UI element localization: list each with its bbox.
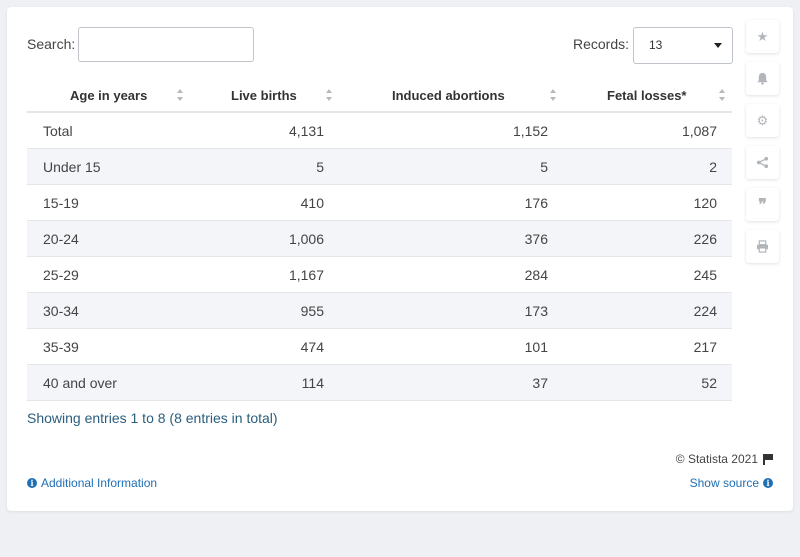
show-source-link[interactable]: Show source i <box>690 476 773 490</box>
cell-fetal-losses: 2 <box>709 159 717 175</box>
cell-age: 35-39 <box>43 339 79 355</box>
settings-button[interactable]: ⚙ <box>746 104 779 137</box>
search-input[interactable] <box>78 27 254 62</box>
table-row: Under 15 5 5 2 <box>27 149 732 185</box>
cell-induced-abortions: 101 <box>524 339 548 355</box>
cell-fetal-losses: 217 <box>693 339 717 355</box>
header-induced-abortions[interactable]: Induced abortions <box>392 88 505 103</box>
cell-fetal-losses: 226 <box>693 231 717 247</box>
flag-icon[interactable] <box>763 453 773 465</box>
share-button[interactable] <box>746 146 779 179</box>
cell-age: Total <box>43 123 73 139</box>
sort-icon[interactable] <box>719 89 725 101</box>
header-fetal-losses[interactable]: Fetal losses* <box>607 88 687 103</box>
table-row: 40 and over 114 37 52 <box>27 365 732 401</box>
cell-induced-abortions: 284 <box>524 267 548 283</box>
cell-fetal-losses: 245 <box>693 267 717 283</box>
header-age[interactable]: Age in years <box>70 88 147 103</box>
cell-age: 40 and over <box>43 375 117 391</box>
cell-age: 30-34 <box>43 303 79 319</box>
records-label: Records: <box>573 36 630 52</box>
share-icon <box>756 156 769 169</box>
records-value: 13 <box>649 38 663 52</box>
cell-induced-abortions: 176 <box>524 195 548 211</box>
bell-icon <box>757 72 768 85</box>
additional-info-label: Additional Information <box>41 476 158 490</box>
favorite-button[interactable]: ★ <box>746 20 779 53</box>
entries-summary: Showing entries 1 to 8 (8 entries in tot… <box>27 410 278 426</box>
table-row: 35-39 474 101 217 <box>27 329 732 365</box>
additional-info-link[interactable]: i Additional Information <box>27 476 157 490</box>
cell-age: 25-29 <box>43 267 79 283</box>
cell-live-births: 410 <box>300 195 324 211</box>
cell-induced-abortions: 37 <box>532 375 548 391</box>
cell-induced-abortions: 173 <box>524 303 548 319</box>
table-row: 30-34 955 173 224 <box>27 293 732 329</box>
chevron-down-icon <box>714 43 722 48</box>
gear-icon: ⚙ <box>756 112 769 128</box>
search-label: Search: <box>27 36 76 52</box>
cell-live-births: 4,131 <box>288 123 324 139</box>
data-table: Age in years Live births Induced abortio… <box>27 78 732 401</box>
table-header: Age in years Live births Induced abortio… <box>27 78 732 113</box>
cell-age: 15-19 <box>43 195 79 211</box>
cell-induced-abortions: 5 <box>540 159 548 175</box>
cell-fetal-losses: 1,087 <box>681 123 717 139</box>
header-live-births[interactable]: Live births <box>231 88 297 103</box>
table-row: 25-29 1,167 284 245 <box>27 257 732 293</box>
sort-icon[interactable] <box>177 89 183 101</box>
copyright-text: © Statista 2021 <box>675 452 758 466</box>
quote-icon: ❞ <box>758 196 767 214</box>
cell-age: Under 15 <box>43 159 101 175</box>
cell-fetal-losses: 120 <box>693 195 717 211</box>
cell-age: 20-24 <box>43 231 79 247</box>
notification-button[interactable] <box>746 62 779 95</box>
cell-live-births: 114 <box>301 375 324 391</box>
cite-button[interactable]: ❞ <box>746 188 779 221</box>
cell-induced-abortions: 1,152 <box>512 123 548 139</box>
table-row: Total 4,131 1,152 1,087 <box>27 113 732 149</box>
cell-live-births: 955 <box>300 303 324 319</box>
print-icon <box>756 240 769 253</box>
cell-induced-abortions: 376 <box>524 231 548 247</box>
sort-icon[interactable] <box>326 89 332 101</box>
cell-fetal-losses: 224 <box>693 303 717 319</box>
star-icon: ★ <box>756 28 769 44</box>
cell-live-births: 5 <box>316 159 324 175</box>
info-icon: i <box>763 478 773 488</box>
cell-live-births: 1,167 <box>288 267 324 283</box>
sort-icon[interactable] <box>550 89 556 101</box>
records-select[interactable]: 13 <box>633 27 733 64</box>
table-row: 20-24 1,006 376 226 <box>27 221 732 257</box>
cell-fetal-losses: 52 <box>701 375 717 391</box>
info-icon: i <box>27 478 37 488</box>
table-row: 15-19 410 176 120 <box>27 185 732 221</box>
print-button[interactable] <box>746 230 779 263</box>
cell-live-births: 1,006 <box>288 231 324 247</box>
show-source-label: Show source <box>689 476 759 490</box>
cell-live-births: 474 <box>300 339 324 355</box>
copyright: © Statista 2021 <box>676 452 773 466</box>
